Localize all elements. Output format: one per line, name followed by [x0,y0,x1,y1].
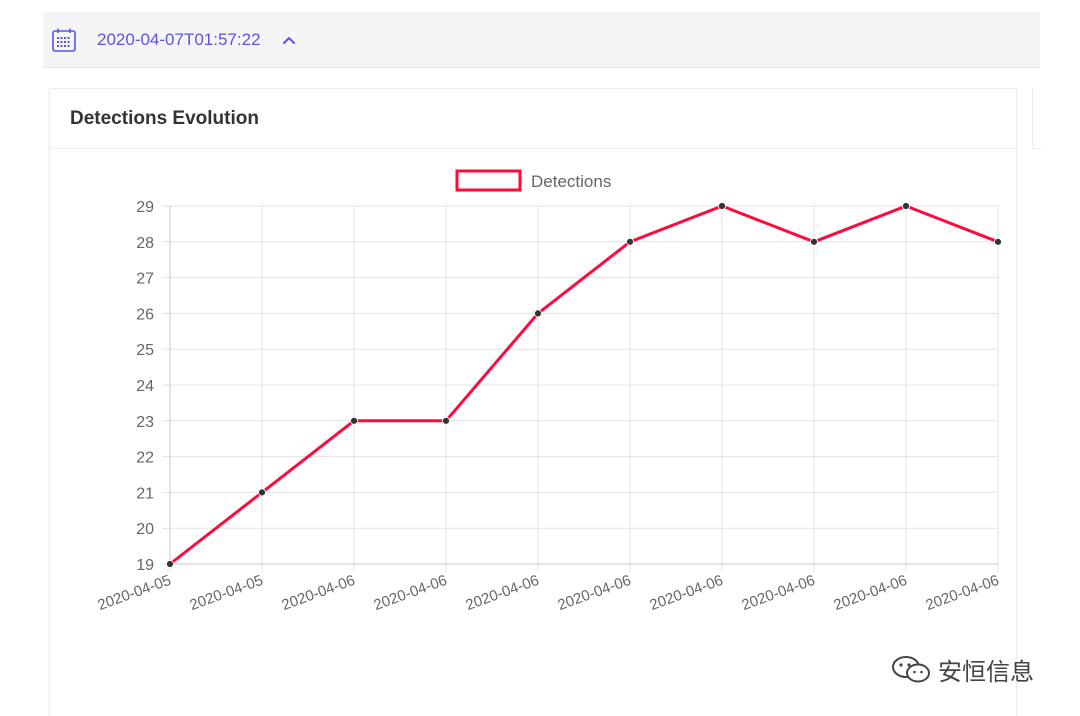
y-tick-label: 28 [136,235,154,252]
x-tick-label: 2020-04-06 [739,572,817,614]
x-tick-label: 2020-04-06 [831,572,909,614]
y-tick-label: 19 [136,557,154,574]
watermark: 安恒信息 [890,652,1034,687]
data-point[interactable] [718,202,726,210]
data-point[interactable] [166,560,174,568]
legend-swatch-detections[interactable] [455,169,522,192]
wechat-icon [892,655,930,682]
y-tick-label: 25 [136,342,154,359]
data-point[interactable] [810,237,818,246]
watermark-text: 安恒信息 [938,659,1034,686]
legend-label-detections[interactable]: Detections [531,172,611,191]
data-point[interactable] [994,237,1002,246]
data-point[interactable] [350,416,358,425]
y-tick-label: 29 [136,199,154,216]
y-tick-label: 27 [136,271,154,288]
data-point[interactable] [534,309,542,318]
data-point[interactable] [902,202,910,210]
y-tick-label: 26 [136,306,154,323]
data-point[interactable] [626,237,634,246]
x-tick-label: 2020-04-06 [463,572,541,614]
y-tick-label: 21 [136,485,154,502]
y-tick-label: 23 [136,414,154,431]
y-tick-label: 24 [136,378,154,395]
x-tick-label: 2020-04-06 [279,572,357,614]
y-tick-label: 22 [136,450,154,467]
x-tick-label: 2020-04-06 [647,572,725,614]
data-point[interactable] [442,416,450,425]
x-tick-label: 2020-04-06 [371,572,449,614]
x-tick-label: 2020-04-05 [95,572,173,614]
y-tick-label: 20 [136,521,154,538]
page: 2020-04-07T01:57:22 Detections Evolution… [0,0,1080,716]
x-tick-label: 2020-04-06 [923,572,1001,614]
x-tick-label: 2020-04-06 [555,572,633,614]
data-point[interactable] [258,488,266,497]
x-tick-label: 2020-04-05 [187,572,265,614]
detections-line-chart: 19 20 21 22 23 24 25 26 27 28 29 2020-04-05 2020-04-… [95,169,1002,614]
